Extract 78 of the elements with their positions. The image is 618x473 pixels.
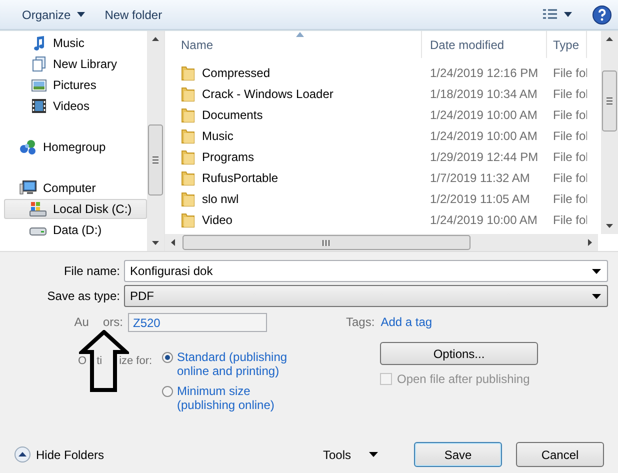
column-header[interactable]: Type bbox=[547, 31, 587, 58]
folder-icon bbox=[181, 190, 195, 206]
authors-field[interactable]: Z520 bbox=[128, 312, 267, 332]
drive-icon bbox=[29, 201, 47, 217]
date-cell-text: 1/18/2019 10:34 AM bbox=[429, 86, 538, 100]
vertical-scrollbar[interactable] bbox=[147, 31, 164, 251]
save-button[interactable]: Save bbox=[414, 442, 502, 467]
options-button[interactable]: Options... bbox=[380, 342, 538, 365]
nav-item[interactable]: New Library bbox=[4, 54, 147, 74]
picture-icon bbox=[31, 77, 47, 93]
organize-menu[interactable]: Organize bbox=[12, 4, 95, 24]
nav-item[interactable]: Local Disk (C:) bbox=[4, 199, 147, 219]
radio-button[interactable] bbox=[162, 352, 173, 363]
film-icon bbox=[31, 98, 47, 114]
column-header[interactable]: Date modified bbox=[422, 31, 547, 58]
caret-icon bbox=[564, 12, 572, 17]
field-label: Au bbox=[74, 315, 89, 329]
date-cell-text: 1/24/2019 10:00 AM bbox=[429, 212, 538, 226]
folder-icon bbox=[181, 64, 195, 80]
file-name[interactable]: Documents bbox=[202, 108, 263, 122]
radio-option[interactable]: Standard (publishing online and printing) bbox=[162, 350, 304, 378]
homegroup-icon bbox=[19, 139, 37, 155]
library-icon bbox=[31, 56, 47, 72]
file-name[interactable]: RufusPortable bbox=[202, 170, 278, 184]
help-icon[interactable] bbox=[592, 4, 612, 24]
nav-item[interactable]: Pictures bbox=[4, 75, 147, 95]
new-folder-button[interactable]: New folder bbox=[94, 4, 172, 24]
date-cell-text: 1/29/2019 12:44 PM bbox=[429, 150, 540, 164]
folder-icon bbox=[181, 128, 195, 144]
computer-icon bbox=[19, 180, 37, 196]
nav-item[interactable]: Computer bbox=[4, 178, 147, 198]
nav-item[interactable]: Data (D:) bbox=[4, 220, 147, 240]
nav-item[interactable]: Videos bbox=[4, 96, 147, 116]
folder-icon bbox=[181, 170, 195, 186]
hide-folders-button[interactable]: Hide Folders bbox=[14, 446, 104, 463]
field-label: ize for: bbox=[119, 355, 152, 367]
field-label: Tags: bbox=[346, 315, 375, 329]
field-label: ors: bbox=[102, 315, 123, 329]
add-tag-link[interactable]: Add a tag bbox=[380, 315, 432, 329]
date-cell-text: 1/24/2019 12:16 PM bbox=[429, 66, 540, 80]
horizontal-scrollbar[interactable] bbox=[165, 234, 598, 251]
file-name[interactable]: Video bbox=[202, 212, 232, 226]
view-list-icon bbox=[542, 8, 558, 22]
vertical-scrollbar[interactable] bbox=[601, 31, 618, 234]
file-name[interactable]: Crack - Windows Loader bbox=[202, 86, 334, 100]
date-cell-text: 1/2/2019 11:05 AM bbox=[429, 192, 531, 206]
radio-button[interactable] bbox=[162, 386, 173, 397]
radio-label: Standard (publishing online and printing) bbox=[177, 350, 288, 378]
file-name[interactable]: Programs bbox=[202, 150, 254, 164]
file-name[interactable]: slo nwl bbox=[202, 192, 239, 206]
file-name[interactable]: Compressed bbox=[202, 66, 270, 80]
field-label: File name: bbox=[62, 264, 121, 278]
file-name-field[interactable]: Konfigurasi dok bbox=[124, 260, 608, 282]
date-cell-text: 1/24/2019 10:00 AM bbox=[429, 128, 538, 142]
folder-icon bbox=[181, 86, 195, 102]
field-label: ti bbox=[96, 355, 102, 367]
date-cell-text: 1/7/2019 11:32 AM bbox=[429, 170, 531, 184]
radio-label: Minimum size (publishing online) bbox=[177, 384, 276, 412]
folder-icon bbox=[181, 148, 195, 164]
field-label: Save as type: bbox=[46, 289, 121, 303]
radio-option[interactable]: Minimum size (publishing online) bbox=[162, 384, 304, 412]
file-type-dropdown[interactable]: PDF bbox=[124, 285, 608, 307]
sort-arrow-icon bbox=[296, 32, 304, 37]
collapse-icon bbox=[14, 446, 31, 463]
caret-icon bbox=[369, 452, 378, 457]
caret-icon bbox=[76, 12, 85, 17]
music-note-icon bbox=[31, 35, 47, 51]
date-cell-text: 1/24/2019 10:00 AM bbox=[429, 108, 538, 122]
nav-item[interactable]: Homegroup bbox=[4, 137, 147, 157]
caret-icon bbox=[592, 294, 601, 298]
file-name[interactable]: Music bbox=[202, 128, 234, 142]
folder-icon bbox=[181, 212, 195, 228]
folder-icon bbox=[181, 106, 195, 122]
nav-item[interactable]: Music bbox=[4, 33, 147, 53]
caret-icon bbox=[592, 268, 601, 274]
field-label: O bbox=[78, 355, 87, 367]
tools-menu[interactable]: Tools bbox=[322, 448, 378, 462]
cancel-button[interactable]: Cancel bbox=[516, 442, 604, 467]
